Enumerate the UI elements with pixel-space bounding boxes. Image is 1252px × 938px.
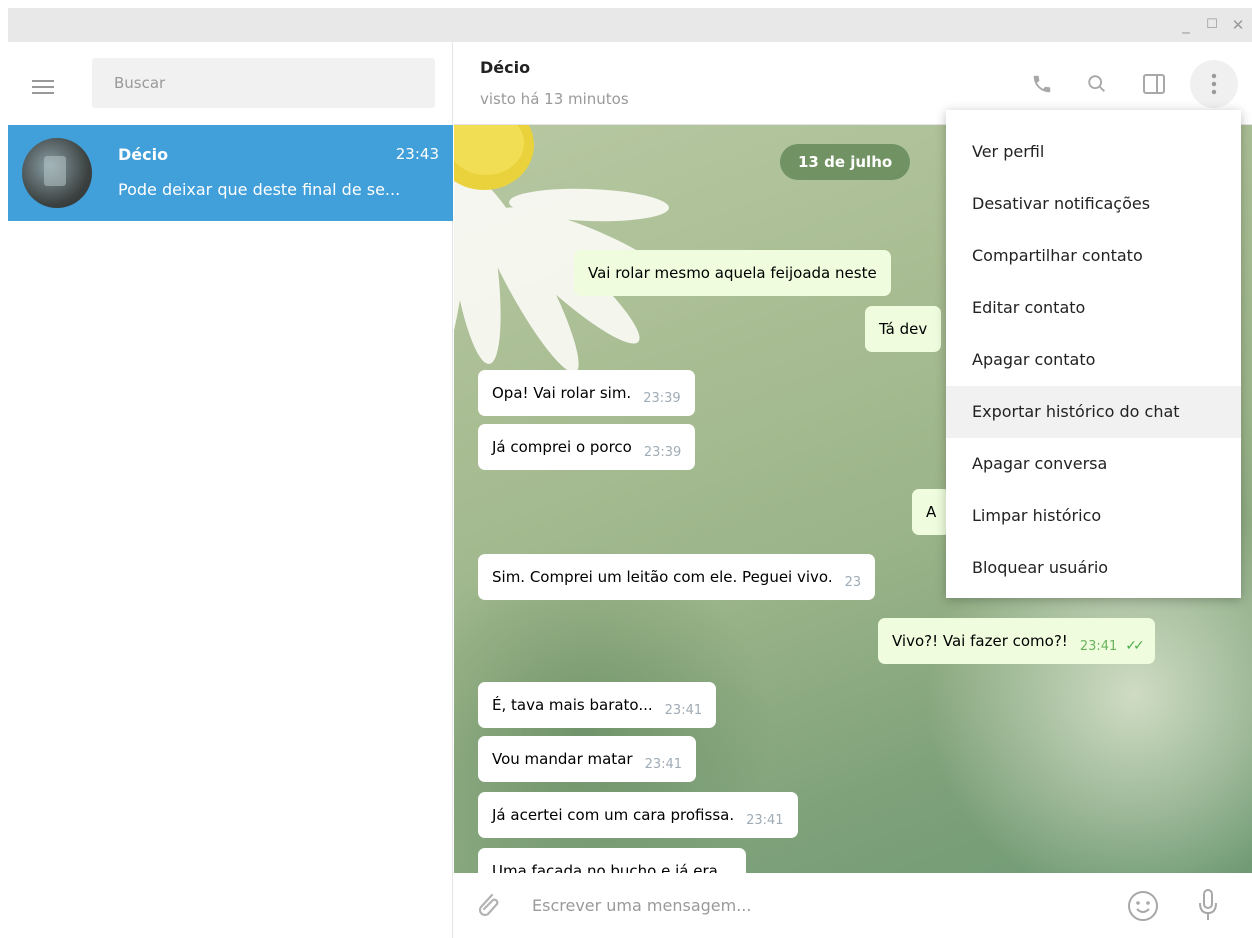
chat-options-menu: Ver perfil Desativar notificações Compar… xyxy=(946,110,1241,598)
message-bubble[interactable]: Opa! Vai rolar sim. 23:39 xyxy=(478,370,695,416)
message-time: 23:41 xyxy=(664,703,703,718)
menu-item-delete-conversation[interactable]: Apagar conversa xyxy=(946,438,1241,490)
message-text: Vou mandar matar xyxy=(492,750,633,768)
message-text: Opa! Vai rolar sim. xyxy=(492,384,632,402)
peer-name[interactable]: Décio xyxy=(480,58,530,77)
window-titlebar: _ ☐ ✕ xyxy=(8,8,1252,42)
message-text: Já acertei com um cara profissa. xyxy=(492,806,735,824)
close-icon[interactable]: ✕ xyxy=(1226,8,1250,42)
sidebar: Décio 23:43 Pode deixar que deste final … xyxy=(8,42,453,938)
dialog-item[interactable]: Décio 23:43 Pode deixar que deste final … xyxy=(8,125,453,221)
menu-item-clear-history[interactable]: Limpar histórico xyxy=(946,490,1241,542)
more-options-icon[interactable] xyxy=(1190,60,1238,108)
emoji-icon[interactable] xyxy=(1126,889,1160,923)
avatar xyxy=(22,138,92,208)
hamburger-menu-icon[interactable] xyxy=(32,80,54,94)
message-text: Tá dev xyxy=(879,320,928,338)
dialog-preview: Pode deixar que deste final de se... xyxy=(118,180,401,199)
phone-icon[interactable] xyxy=(1020,62,1064,106)
message-input[interactable] xyxy=(532,885,1092,925)
read-ticks-icon: ✓✓ xyxy=(1125,638,1145,654)
microphone-icon[interactable] xyxy=(1196,887,1220,923)
minimize-icon[interactable]: _ xyxy=(1174,8,1198,42)
dialog-time: 23:43 xyxy=(395,145,439,163)
message-bubble[interactable]: Já acertei com um cara profissa. 23:41 xyxy=(478,792,798,838)
message-bubble[interactable]: A xyxy=(912,489,951,535)
menu-item-block-user[interactable]: Bloquear usuário xyxy=(946,542,1241,594)
message-bubble[interactable]: Uma facada no bucho e já era... xyxy=(478,848,747,873)
peer-status: visto há 13 minutos xyxy=(480,90,629,108)
menu-item-edit-contact[interactable]: Editar contato xyxy=(946,282,1241,334)
menu-item-delete-contact[interactable]: Apagar contato xyxy=(946,334,1241,386)
message-time: 23:39 xyxy=(643,445,682,460)
message-text: Sim. Comprei um leitão com ele. Peguei v… xyxy=(492,568,833,586)
menu-item-view-profile[interactable]: Ver perfil xyxy=(946,126,1241,178)
message-time: 23:41 xyxy=(1079,639,1118,654)
search-icon[interactable] xyxy=(1075,62,1119,106)
maximize-icon[interactable]: ☐ xyxy=(1200,8,1224,42)
message-time: 23 xyxy=(844,575,862,590)
search-input[interactable] xyxy=(92,58,435,108)
message-bubble[interactable]: Sim. Comprei um leitão com ele. Peguei v… xyxy=(478,554,876,600)
message-bubble[interactable]: Já comprei o porco 23:39 xyxy=(478,424,696,470)
message-bubble[interactable]: Vivo?! Vai fazer como?! 23:41 ✓✓ xyxy=(878,618,1155,664)
menu-item-disable-notifications[interactable]: Desativar notificações xyxy=(946,178,1241,230)
message-text: Vivo?! Vai fazer como?! xyxy=(892,632,1068,650)
dialog-name: Décio xyxy=(118,145,169,164)
attach-paperclip-icon[interactable] xyxy=(472,889,502,921)
message-text: Vai rolar mesmo aquela feijoada neste xyxy=(588,264,877,282)
message-bubble[interactable]: Vou mandar matar 23:41 xyxy=(478,736,697,782)
message-composer xyxy=(454,873,1252,938)
menu-item-share-contact[interactable]: Compartilhar contato xyxy=(946,230,1241,282)
message-bubble[interactable]: Vai rolar mesmo aquela feijoada neste xyxy=(574,250,891,296)
side-panel-icon[interactable] xyxy=(1132,62,1176,106)
message-bubble[interactable]: Tá dev xyxy=(865,306,942,352)
message-text: A xyxy=(926,503,937,521)
message-bubble[interactable]: É, tava mais barato... 23:41 xyxy=(478,682,717,728)
message-time: 23:41 xyxy=(644,757,683,772)
message-text: É, tava mais barato... xyxy=(492,696,653,714)
date-separator: 13 de julho xyxy=(780,144,911,180)
menu-item-export-chat-history[interactable]: Exportar histórico do chat xyxy=(946,386,1241,438)
message-time: 23:39 xyxy=(643,391,681,406)
message-time: 23:41 xyxy=(746,813,784,828)
message-text: Uma facada no bucho e já era... xyxy=(492,862,733,873)
message-text: Já comprei o porco xyxy=(492,438,632,456)
